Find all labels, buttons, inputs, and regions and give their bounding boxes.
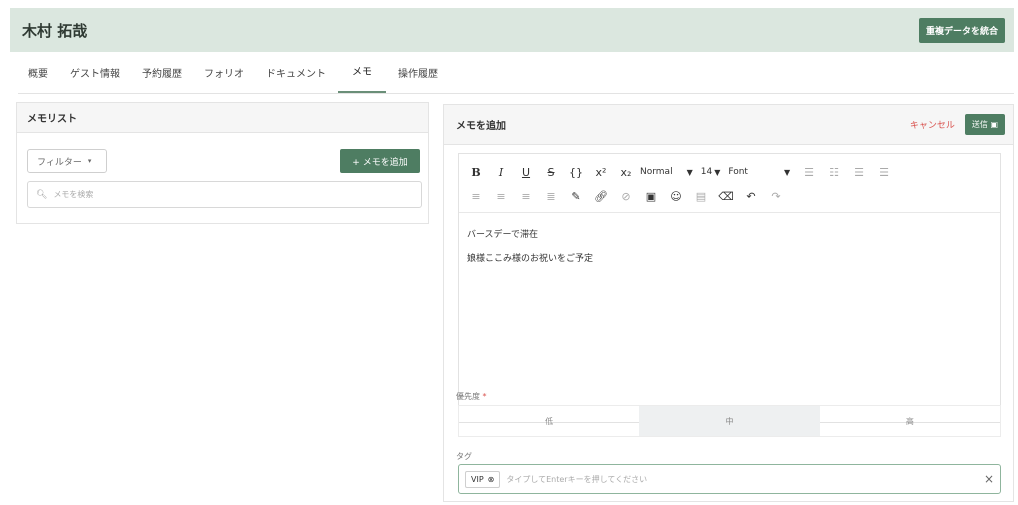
code-block-icon[interactable]: {} <box>565 161 587 183</box>
add-memo-button[interactable]: + メモを追加 <box>340 149 420 173</box>
video-icon[interactable]: ▤ <box>690 185 712 207</box>
bold-icon[interactable]: B <box>465 161 487 183</box>
priority-label: 優先度 * <box>456 391 487 402</box>
size-select[interactable]: 14 ▼ <box>701 167 721 177</box>
priority-high-option[interactable]: 高 <box>820 406 1000 436</box>
priority-label-text: 優先度 <box>456 392 480 401</box>
image-icon[interactable]: ▣ <box>640 185 662 207</box>
save-icon: ▣ <box>990 120 998 129</box>
eraser-icon[interactable]: ⌫ <box>715 185 737 207</box>
editor-toolbar: B I U S {} x² x₂ Normal ▼ 14 ▼ Font ▼ ☰ ☷ ☰ <box>459 154 1000 213</box>
chevron-down-icon: ▼ <box>714 167 721 177</box>
tab-memo[interactable]: メモ <box>338 63 386 93</box>
search-icon: 🔍︎ <box>36 189 48 200</box>
indent-icon[interactable]: ☰ <box>873 161 895 183</box>
align-right-icon[interactable]: ≡ <box>515 185 537 207</box>
size-select-value: 14 <box>700 167 713 177</box>
tab-reservation-history[interactable]: 予約履歴 <box>132 65 192 93</box>
font-select[interactable]: Font ▼ <box>728 167 790 177</box>
tag-chip: VIP ⊗ <box>465 470 501 488</box>
tag-chip-label: VIP <box>471 474 484 484</box>
link-icon[interactable]: 🔗︎ <box>590 185 612 207</box>
remove-tag-icon[interactable]: ⊗ <box>488 475 495 484</box>
tab-folio[interactable]: フォリオ <box>194 65 254 93</box>
priority-low-option[interactable]: 低 <box>459 406 639 436</box>
editor-line: 娘様ここみ様のお祝いをご予定 <box>467 254 594 264</box>
tag-input[interactable]: VIP ⊗ タイプしてEnterキーを押してください × <box>458 464 1001 494</box>
clear-icon[interactable]: × <box>984 472 994 486</box>
underline-icon[interactable]: U <box>515 161 537 183</box>
cancel-button[interactable]: キャンセル <box>910 118 955 131</box>
tab-documents[interactable]: ドキュメント <box>256 65 336 93</box>
memo-list-title: メモリスト <box>17 103 428 133</box>
filter-dropdown[interactable]: フィルター ▾ <box>27 149 107 173</box>
subscript-icon[interactable]: x₂ <box>615 161 637 183</box>
ordered-list-icon[interactable]: ☷ <box>823 161 845 183</box>
send-label: 送信 <box>971 120 988 129</box>
tab-bar: 概要 ゲスト情報 予約履歴 フォリオ ドキュメント メモ 操作履歴 <box>18 58 1014 94</box>
add-memo-title: メモを追加 <box>456 121 506 132</box>
format-select[interactable]: Normal ▼ <box>640 167 693 177</box>
outdent-icon[interactable]: ☰ <box>848 161 870 183</box>
guest-header: 木村 拓哉 重複データを統合 <box>10 8 1014 52</box>
priority-medium-option[interactable]: 中 <box>639 406 820 436</box>
editor-line: バースデーで滞在 <box>467 230 539 240</box>
add-memo-header: メモを追加 キャンセル 送信 ▣ <box>444 105 1013 145</box>
align-left-icon[interactable]: ≡ <box>465 185 487 207</box>
add-memo-panel: メモを追加 キャンセル 送信 ▣ B I U S {} x² x₂ Normal… <box>443 104 1014 502</box>
editor-content[interactable]: バースデーで滞在 娘様ここみ様のお祝いをご予定 <box>459 213 1000 281</box>
tab-operation-history[interactable]: 操作履歴 <box>388 65 448 93</box>
font-select-value: Font <box>728 167 748 177</box>
filter-label: フィルター <box>37 157 82 168</box>
format-select-value: Normal <box>640 167 673 177</box>
align-justify-icon[interactable]: ≣ <box>540 185 562 207</box>
tag-label: タグ <box>456 452 472 461</box>
align-center-icon[interactable]: ≡ <box>490 185 512 207</box>
required-marker: * <box>482 392 487 401</box>
pen-icon[interactable]: ✎ <box>565 185 587 207</box>
redo-icon[interactable]: ↷ <box>765 185 787 207</box>
chevron-down-icon: ▼ <box>686 167 693 177</box>
chevron-down-icon: ▼ <box>783 167 791 177</box>
tab-guest-info[interactable]: ゲスト情報 <box>60 65 130 93</box>
memo-search-input[interactable]: 🔍︎ メモを検索 <box>27 181 422 208</box>
strikethrough-icon[interactable]: S <box>540 161 562 183</box>
memo-list-panel: メモリスト フィルター ▾ + メモを追加 🔍︎ メモを検索 <box>16 102 429 224</box>
memo-search-placeholder: メモを検索 <box>53 190 94 199</box>
send-button[interactable]: 送信 ▣ <box>964 114 1005 135</box>
unlink-icon[interactable]: ⊘ <box>615 185 637 207</box>
rich-text-editor[interactable]: B I U S {} x² x₂ Normal ▼ 14 ▼ Font ▼ ☰ ☷ ☰ <box>458 153 1001 423</box>
superscript-icon[interactable]: x² <box>590 161 612 183</box>
tab-overview[interactable]: 概要 <box>18 65 58 93</box>
undo-icon[interactable]: ↶ <box>740 185 762 207</box>
merge-duplicates-button[interactable]: 重複データを統合 <box>918 17 1005 43</box>
guest-name: 木村 拓哉 <box>22 21 88 40</box>
emoji-icon[interactable]: ☺ <box>665 185 687 207</box>
priority-selector: 低 中 高 <box>458 405 1001 437</box>
chevron-down-icon: ▾ <box>87 157 92 165</box>
italic-icon[interactable]: I <box>490 161 512 183</box>
bullet-list-icon[interactable]: ☰ <box>798 161 820 183</box>
tag-placeholder[interactable]: タイプしてEnterキーを押してください <box>506 474 984 485</box>
